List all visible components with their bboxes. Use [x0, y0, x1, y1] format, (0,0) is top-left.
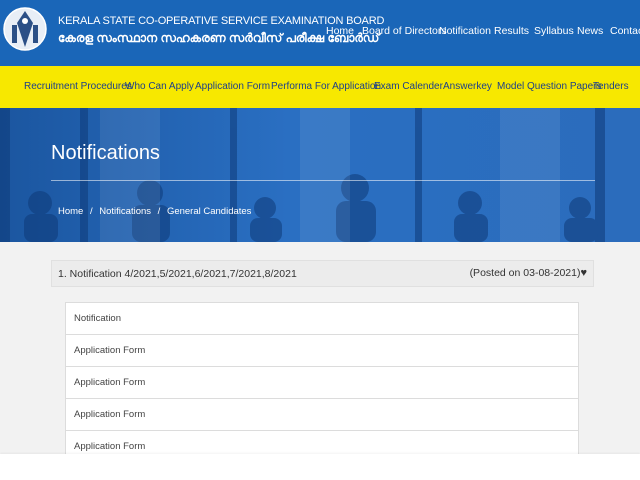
subnav-who-can-apply[interactable]: Who Can Apply — [125, 81, 194, 92]
nav-news[interactable]: News — [577, 25, 603, 37]
nav-results[interactable]: Results — [494, 25, 529, 37]
board-logo-icon[interactable] — [3, 3, 47, 55]
subnav-answerkey[interactable]: Answerkey — [443, 81, 492, 92]
breadcrumb-home[interactable]: Home — [58, 206, 83, 217]
subnav-tenders[interactable]: Tenders — [593, 81, 629, 92]
breadcrumb: Home / Notifications / General Candidate… — [58, 206, 255, 217]
nav-syllabus[interactable]: Syllabus — [534, 25, 574, 37]
subnav-model-question-papers[interactable]: Model Question Papers — [497, 81, 602, 92]
banner-background-image — [0, 108, 605, 242]
breadcrumb-current: General Candidates — [166, 206, 252, 217]
list-item[interactable]: Application Form — [65, 398, 579, 430]
nav-contact[interactable]: Contact — [610, 25, 640, 37]
notification-document-list: Notification Application Form Applicatio… — [65, 302, 579, 462]
page-banner: Notifications Home / Notifications / Gen… — [0, 108, 640, 242]
footer-strip — [0, 454, 640, 480]
site-header: KERALA STATE CO-OPERATIVE SERVICE EXAMIN… — [0, 0, 640, 66]
subnav-recruitment-procedures[interactable]: Recruitment Procedures — [24, 81, 132, 92]
secondary-nav: Recruitment Procedures Who Can Apply App… — [0, 66, 640, 108]
subnav-exam-calender[interactable]: Exam Calender — [374, 81, 443, 92]
notification-accordion-header[interactable]: 1. Notification 4/2021,5/2021,6/2021,7/2… — [51, 260, 594, 287]
document-link[interactable]: Application Form — [74, 441, 145, 452]
document-link[interactable]: Application Form — [74, 409, 145, 420]
breadcrumb-notifications[interactable]: Notifications — [99, 206, 151, 217]
nav-home[interactable]: Home — [326, 25, 354, 37]
list-item[interactable]: Notification — [65, 302, 579, 334]
posted-date: (Posted on 03-08-2021)♥ — [470, 267, 587, 279]
breadcrumb-separator: / — [157, 206, 161, 217]
document-link[interactable]: Application Form — [74, 345, 145, 356]
subnav-application-form[interactable]: Application Form — [195, 81, 270, 92]
nav-notification[interactable]: Notification — [439, 25, 491, 37]
document-link[interactable]: Application Form — [74, 377, 145, 388]
heart-icon[interactable]: ♥ — [580, 267, 587, 279]
posted-date-text: (Posted on 03-08-2021) — [469, 267, 581, 279]
document-link[interactable]: Notification — [74, 313, 121, 324]
subnav-performa-for-application[interactable]: Performa For Application — [271, 81, 381, 92]
list-item[interactable]: Application Form — [65, 334, 579, 366]
notification-title[interactable]: 1. Notification 4/2021,5/2021,6/2021,7/2… — [58, 268, 297, 280]
title-divider — [51, 180, 595, 181]
list-item[interactable]: Application Form — [65, 366, 579, 398]
page-title: Notifications — [51, 142, 160, 164]
nav-board-of-directors[interactable]: Board of Directors — [362, 25, 447, 37]
breadcrumb-separator: / — [89, 206, 93, 217]
